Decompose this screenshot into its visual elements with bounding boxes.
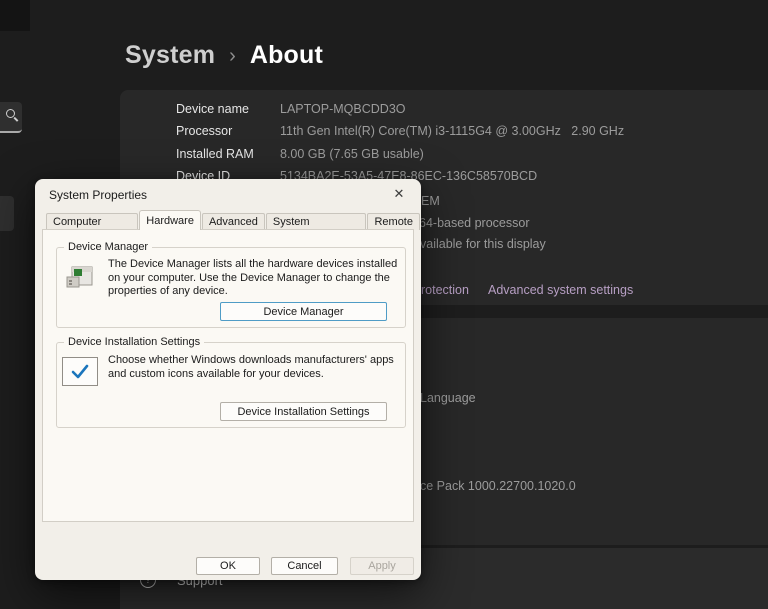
search-input[interactable]	[0, 102, 22, 133]
tab-advanced[interactable]: Advanced	[201, 213, 265, 230]
device-manager-icon	[66, 266, 93, 288]
search-icon	[6, 109, 15, 118]
breadcrumb-system[interactable]: System	[125, 41, 215, 70]
spec-row-processor: Processor 11th Gen Intel(R) Core(TM) i3-…	[176, 124, 624, 138]
spec-value: 11th Gen Intel(R) Core(TM) i3-1115G4 @ 3…	[280, 124, 625, 138]
clipped-text-system-type: 64-based processor	[419, 216, 530, 230]
spec-row-installed-ram: Installed RAM 8.00 GB (7.65 GB usable)	[176, 147, 424, 161]
tab-strip: Computer Name Hardware Advanced System P…	[46, 210, 421, 240]
link-system-protection[interactable]: rotection	[421, 283, 469, 297]
breadcrumb: System › About	[125, 38, 323, 72]
window-corner	[0, 0, 30, 31]
device-installation-settings-button[interactable]: Device Installation Settings	[220, 402, 387, 421]
clipped-text-experience: ce Pack 1000.22700.1020.0	[420, 479, 576, 493]
spec-label: Installed RAM	[176, 147, 254, 161]
link-advanced-system-settings[interactable]: Advanced system settings	[488, 283, 633, 297]
tab-system-protection[interactable]: System Protection	[265, 213, 367, 240]
apply-button: Apply	[350, 557, 414, 575]
dialog-title: System Properties	[49, 188, 148, 202]
tab-hardware[interactable]: Hardware	[139, 210, 201, 230]
device-manager-description: The Device Manager lists all the hardwar…	[108, 258, 398, 297]
clipped-text-product-id: EM	[421, 194, 440, 208]
cancel-button[interactable]: Cancel	[271, 557, 338, 575]
tab-remote[interactable]: Remote	[367, 213, 420, 230]
device-installation-description: Choose whether Windows downloads manufac…	[108, 354, 394, 380]
spec-value: 8.00 GB (7.65 GB usable)	[280, 147, 424, 161]
checkbox-checked-icon	[62, 357, 98, 386]
spec-label: Device name	[176, 102, 249, 116]
device-manager-group-label: Device Manager	[64, 241, 153, 253]
ok-button[interactable]: OK	[196, 557, 260, 575]
chevron-right-icon: ›	[229, 44, 236, 67]
sidebar-item[interactable]	[0, 196, 14, 231]
clipped-text-pen-touch: vailable for this display	[420, 237, 546, 251]
device-manager-button[interactable]: Device Manager	[220, 302, 387, 321]
device-installation-group-label: Device Installation Settings	[64, 336, 205, 348]
tab-computer-name[interactable]: Computer Name	[46, 213, 139, 240]
page-title: About	[249, 40, 324, 69]
clipped-text-edition: Language	[420, 391, 476, 405]
screen: System › About Device name LAPTOP-MQBCDD…	[0, 0, 768, 609]
spec-row-device-name: Device name LAPTOP-MQBCDD3O	[176, 102, 406, 116]
spec-value: LAPTOP-MQBCDD3O	[280, 102, 406, 116]
close-icon[interactable]: ✕	[390, 185, 408, 203]
spec-label: Processor	[176, 124, 233, 138]
system-properties-dialog: System Properties ✕ Computer Name Hardwa…	[35, 179, 421, 580]
